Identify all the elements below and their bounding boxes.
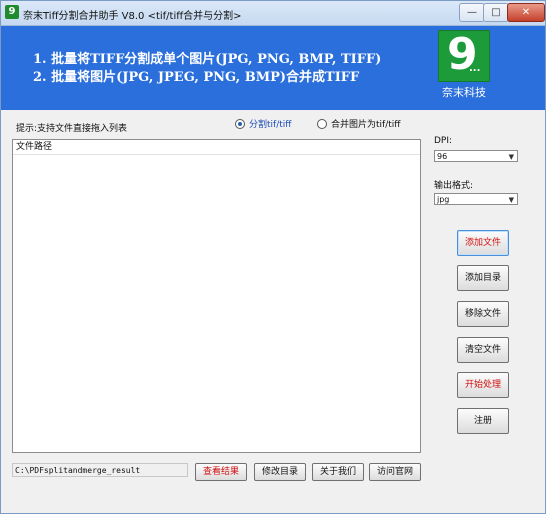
start-processing-button[interactable]: 开始处理 [457,372,509,398]
app-window: 9 奈末Tiff分割合并助手 V8.0 <tif/tiff合并与分割> — □ … [0,0,546,514]
company-name: 奈末科技 [442,86,486,99]
window-title: 奈末Tiff分割合并助手 V8.0 <tif/tiff合并与分割> [23,11,242,22]
view-result-button[interactable]: 查看结果 [195,463,247,481]
remove-file-button[interactable]: 移除文件 [457,301,509,327]
banner-line-1: 1. 批量将TIFF分割成单个图片(JPG, PNG, BMP, TIFF) [33,52,382,67]
radio-unselected-icon[interactable] [317,118,327,129]
column-header-file-path[interactable]: 文件路径 [13,140,420,155]
dpi-select[interactable]: 96 ▼ [434,150,518,162]
add-folder-button[interactable]: 添加目录 [457,265,509,291]
file-list[interactable]: 文件路径 [12,139,421,453]
feature-banner: 1. 批量将TIFF分割成单个图片(JPG, PNG, BMP, TIFF) 2… [1,26,545,110]
drag-drop-hint: 提示:支持文件直接拖入列表 [16,124,128,134]
banner-line-2: 2. 批量将图片(JPG, JPEG, PNG, BMP)合并成TIFF [33,70,360,85]
mode-merge-radio[interactable]: 合并图片为tif/tiff [317,117,400,130]
dpi-value: 96 [437,152,448,161]
visit-website-button[interactable]: 访问官网 [369,463,421,481]
change-directory-button[interactable]: 修改目录 [254,463,306,481]
clear-files-button[interactable]: 清空文件 [457,337,509,363]
about-us-button[interactable]: 关于我们 [312,463,364,481]
title-bar[interactable]: 9 奈末Tiff分割合并助手 V8.0 <tif/tiff合并与分割> — □ … [1,1,545,26]
chevron-down-icon[interactable]: ▼ [509,194,514,206]
chevron-down-icon[interactable]: ▼ [509,151,514,163]
dpi-label: DPI: [434,136,453,146]
register-button[interactable]: 注册 [457,408,509,434]
add-file-button[interactable]: 添加文件 [457,230,509,256]
close-button[interactable]: ✕ [507,3,545,22]
mode-merge-label[interactable]: 合并图片为tif/tiff [331,117,400,130]
radio-selected-icon[interactable] [235,118,245,129]
logo-dots: ... [469,63,481,74]
mode-split-label[interactable]: 分割tif/tiff [249,117,291,130]
output-path-field[interactable]: C:\PDFsplitandmerge_result [12,463,188,477]
maximize-button[interactable]: □ [483,3,509,22]
output-format-select[interactable]: jpg ▼ [434,193,518,205]
company-logo: 9 ... [438,29,490,82]
mode-split-radio[interactable]: 分割tif/tiff [235,117,291,130]
output-format-value: jpg [437,195,450,204]
app-logo-icon: 9 [5,5,19,19]
minimize-button[interactable]: — [459,3,485,22]
output-format-label: 输出格式: [434,181,474,191]
